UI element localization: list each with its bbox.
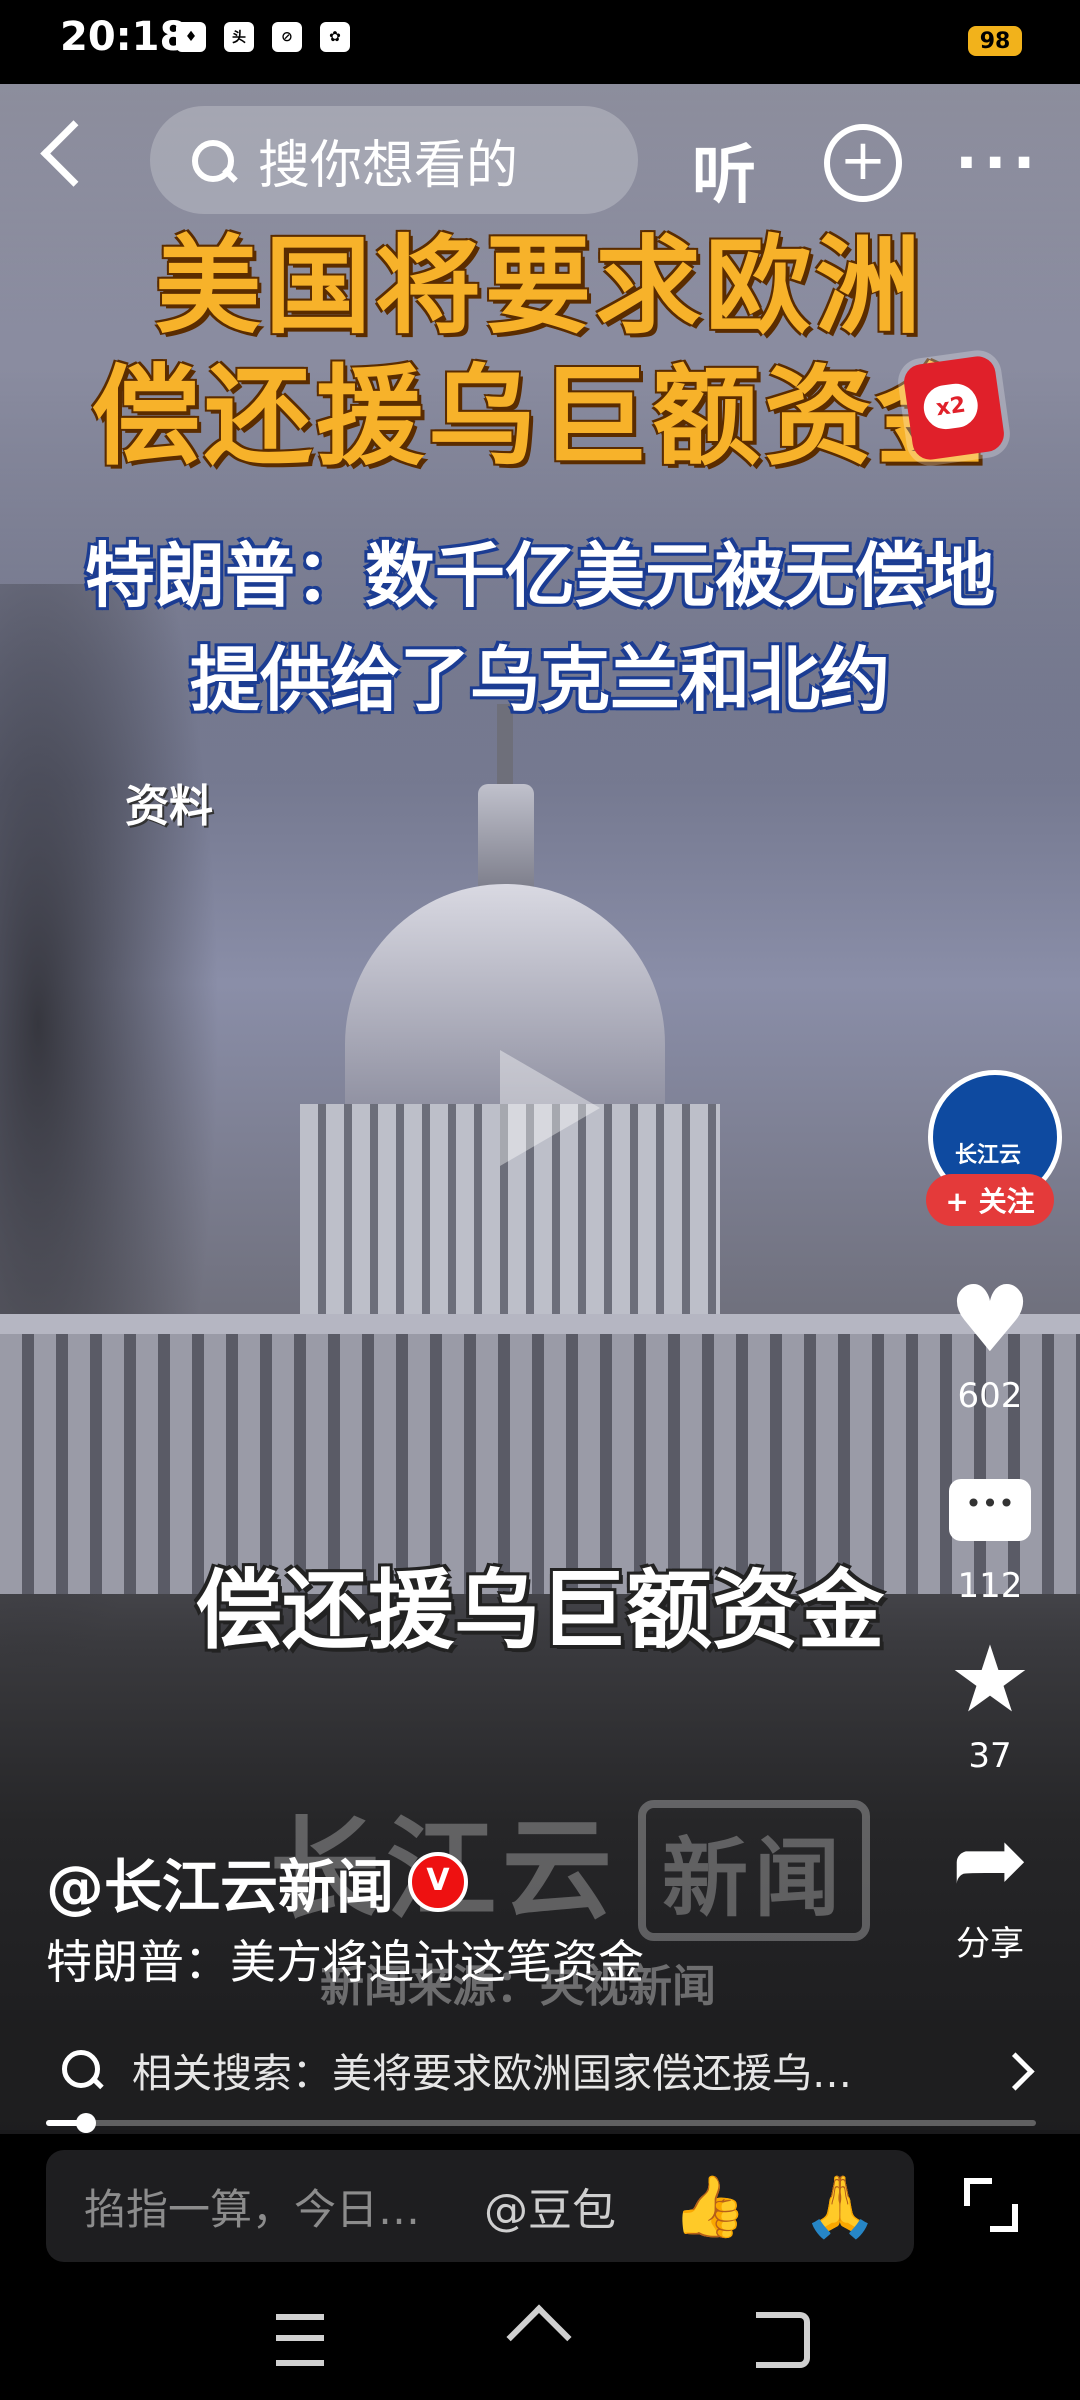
video-caption: 偿还援乌巨额资金 [196, 1561, 884, 1661]
battery-icon: 98 [968, 26, 1022, 56]
pray-emoji-button[interactable]: 🙏 [803, 2171, 878, 2242]
red-packet-icon[interactable]: x2 [901, 354, 1007, 462]
post-description: 特朗普：美方将追讨这笔资金 [46, 1935, 644, 1989]
menu-icon[interactable] [276, 2314, 324, 2366]
source-tag: 资料 [125, 781, 213, 832]
add-icon[interactable]: + [824, 124, 902, 202]
verified-badge-icon: V [408, 1852, 469, 1912]
toutiao-icon: 头 [224, 22, 254, 52]
thumbs-up-emoji-button[interactable]: 👍 [672, 2171, 747, 2242]
share-button[interactable]: ➦ 分享 [930, 1810, 1050, 1965]
search-icon [192, 140, 234, 182]
related-search-text: 相关搜索：美将要求欧洲国家偿还援乌… [132, 2051, 852, 2097]
comment-button[interactable]: 112 [930, 1460, 1050, 1606]
share-label: 分享 [956, 1924, 1024, 1964]
search-placeholder: 搜你想看的 [258, 135, 519, 196]
dome-lantern [478, 784, 534, 894]
comment-icon [949, 1479, 1031, 1541]
listen-button[interactable]: 听 [692, 124, 756, 216]
like-count: 602 [957, 1376, 1023, 1416]
search-icon [62, 2050, 102, 2090]
star-icon: ★ [948, 1626, 1032, 1733]
fullscreen-icon[interactable] [964, 2178, 1018, 2232]
home-icon[interactable] [510, 2310, 566, 2362]
progress-knob[interactable] [76, 2113, 96, 2133]
more-icon[interactable]: ··· [955, 128, 1041, 198]
baidu-icon: ✿ [320, 22, 350, 52]
follow-button[interactable]: + 关注 [926, 1174, 1054, 1226]
share-icon: ➦ [951, 1806, 1029, 1913]
chevron-right-icon [996, 2052, 1035, 2091]
app-notification-icon: ♦ [176, 22, 206, 52]
back-nav-icon[interactable] [756, 2312, 810, 2368]
author-name[interactable]: @长江云新闻 V [46, 1840, 469, 1924]
video-subtitle-line2: 提供给了乌克兰和北约 [190, 639, 890, 721]
video-subtitle-line1: 特朗普：数千亿美元被无偿地 [85, 535, 995, 617]
doubao-mention-button[interactable]: @豆包 [484, 2174, 616, 2238]
play-icon[interactable] [500, 1050, 600, 1166]
watermark-box: 新闻 [638, 1800, 870, 1941]
heart-icon: ♥ [948, 1266, 1032, 1373]
like-button[interactable]: ♥ 602 [930, 1266, 1050, 1417]
comment-placeholder: 掐指一算，今日… [84, 2184, 421, 2234]
app-notification-icon-2: ⊘ [272, 22, 302, 52]
search-bar[interactable]: 搜你想看的 [150, 106, 638, 214]
avatar-text: 长江云 [955, 1143, 1022, 1168]
status-time: 20:18 [60, 14, 188, 60]
related-search-bar[interactable]: 相关搜索：美将要求欧洲国家偿还援乌… [0, 2010, 1080, 2130]
comment-input[interactable]: 掐指一算，今日… @豆包 👍 🙏 [46, 2150, 914, 2262]
favorite-button[interactable]: ★ 37 [930, 1626, 1050, 1777]
comment-count: 112 [957, 1566, 1023, 1606]
author-handle[interactable]: @长江云新闻 [46, 1840, 394, 1924]
notification-icons: ♦ 头 ⊘ ✿ [176, 22, 350, 52]
video-progress-bar[interactable] [46, 2113, 1036, 2133]
favorite-count: 37 [968, 1736, 1012, 1776]
red-packet-multiplier: x2 [920, 380, 981, 432]
status-bar: 20:18 ♦ 头 ⊘ ✿ 98 [0, 0, 1080, 84]
